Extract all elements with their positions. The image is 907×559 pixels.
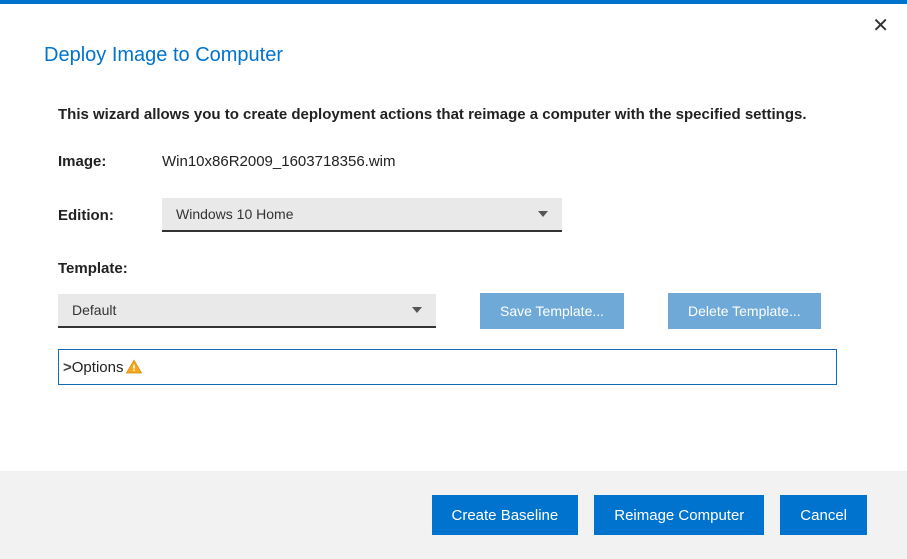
- template-select[interactable]: Default: [58, 294, 436, 328]
- save-template-button[interactable]: Save Template...: [480, 293, 624, 329]
- template-row: Default Save Template... Delete Template…: [44, 293, 851, 329]
- dialog-title: Deploy Image to Computer: [44, 44, 851, 67]
- chevron-down-icon: [412, 307, 422, 313]
- template-label: Template:: [58, 260, 851, 277]
- delete-template-button[interactable]: Delete Template...: [668, 293, 821, 329]
- dialog-footer: Create Baseline Reimage Computer Cancel: [0, 471, 907, 559]
- close-button[interactable]: ✕: [872, 16, 889, 36]
- options-expander[interactable]: > Options: [58, 349, 837, 385]
- intro-text: This wizard allows you to create deploym…: [44, 105, 851, 125]
- edition-label: Edition:: [58, 207, 162, 224]
- options-label: Options: [72, 359, 124, 376]
- warning-icon: [125, 358, 143, 376]
- edition-select-value: Windows 10 Home: [176, 206, 294, 222]
- edition-select[interactable]: Windows 10 Home: [162, 198, 562, 232]
- image-value: Win10x86R2009_1603718356.wim: [162, 153, 396, 170]
- chevron-right-icon: >: [63, 359, 72, 376]
- edition-row: Edition: Windows 10 Home: [44, 198, 851, 232]
- template-label-row: Template:: [44, 260, 851, 277]
- reimage-computer-button[interactable]: Reimage Computer: [594, 495, 764, 535]
- cancel-button[interactable]: Cancel: [780, 495, 867, 535]
- close-icon: ✕: [872, 15, 889, 37]
- create-baseline-button[interactable]: Create Baseline: [432, 495, 579, 535]
- dialog-content: Deploy Image to Computer This wizard all…: [0, 4, 907, 385]
- chevron-down-icon: [538, 211, 548, 217]
- image-row: Image: Win10x86R2009_1603718356.wim: [44, 153, 851, 170]
- template-select-value: Default: [72, 302, 116, 318]
- image-label: Image:: [58, 153, 162, 170]
